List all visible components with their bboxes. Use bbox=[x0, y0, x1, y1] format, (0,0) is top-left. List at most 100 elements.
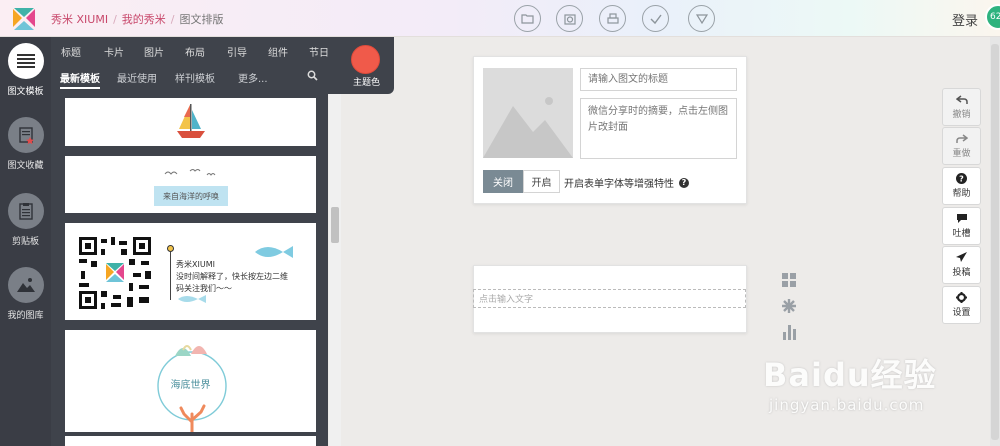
svg-text:?: ? bbox=[959, 175, 964, 184]
login-link[interactable]: 登录 bbox=[952, 10, 978, 29]
layout-grid-icon[interactable] bbox=[782, 273, 796, 287]
undo-label: 撤销 bbox=[952, 109, 971, 120]
template-card-undersea[interactable]: 海底世界 bbox=[65, 330, 316, 432]
article-summary-input[interactable] bbox=[580, 98, 737, 159]
nav-item-gallery[interactable]: 我的图库 bbox=[0, 267, 51, 321]
breadcrumb-separator: / bbox=[170, 12, 175, 26]
image-placeholder-icon bbox=[483, 97, 573, 158]
nav-item-label: 图文收藏 bbox=[7, 161, 44, 171]
template-qr-line2: 码关注我们～～ bbox=[176, 284, 232, 293]
nav-item-favorites[interactable]: 图文收藏 bbox=[0, 117, 51, 171]
help-button[interactable]: ? 帮助 bbox=[942, 167, 981, 205]
breadcrumb-my-xiumi[interactable]: 我的秀米 bbox=[122, 11, 166, 27]
redo-label: 重做 bbox=[952, 148, 971, 159]
template-scrollbar[interactable] bbox=[329, 94, 341, 446]
menu-lines-icon bbox=[7, 43, 44, 79]
theme-color-swatch[interactable] bbox=[351, 45, 380, 74]
subtab-more[interactable]: 更多... bbox=[238, 70, 268, 85]
help-question-icon[interactable]: ? bbox=[679, 177, 689, 188]
template-qr-title: 秀米XIUMI bbox=[176, 260, 215, 269]
template-scrollbar-thumb[interactable] bbox=[331, 207, 339, 243]
settings-label: 设置 bbox=[952, 308, 971, 318]
feedback-label: 吐槽 bbox=[952, 229, 971, 239]
text-input-block[interactable]: 点击输入文字 bbox=[473, 289, 746, 308]
folder-icon bbox=[521, 14, 534, 24]
category-component[interactable]: 组件 bbox=[268, 44, 288, 59]
page-scrollbar-thumb[interactable] bbox=[991, 44, 999, 440]
undo-icon bbox=[955, 94, 968, 104]
template-text: 来自海洋的呼唤 bbox=[154, 186, 228, 206]
nav-item-label: 图文模板 bbox=[7, 87, 44, 97]
article-title-input[interactable] bbox=[580, 68, 737, 91]
category-image[interactable]: 图片 bbox=[144, 44, 164, 59]
cover-image-placeholder[interactable] bbox=[483, 68, 573, 158]
help-label: 帮助 bbox=[952, 189, 971, 199]
feedback-button[interactable]: 吐槽 bbox=[942, 207, 981, 245]
timeline-line bbox=[170, 252, 171, 300]
search-icon[interactable] bbox=[307, 70, 318, 81]
print-icon bbox=[606, 12, 619, 24]
subtab-recent[interactable]: 最近使用 bbox=[117, 70, 157, 85]
sailboat-icon bbox=[177, 104, 205, 138]
enhance-feature-text: 开启表单字体等增强特性 bbox=[564, 179, 674, 190]
category-guide[interactable]: 引导 bbox=[227, 44, 247, 59]
xiumi-logo[interactable] bbox=[11, 6, 37, 32]
enhance-feature-label: 开启表单字体等增强特性 ? bbox=[564, 175, 689, 190]
asterisk-icon[interactable] bbox=[782, 299, 796, 313]
category-holiday[interactable]: 节日 bbox=[309, 44, 329, 59]
category-layout[interactable]: 布局 bbox=[185, 44, 205, 59]
subtab-latest[interactable]: 最新模板 bbox=[60, 70, 100, 89]
gallery-icon bbox=[7, 267, 44, 303]
help-icon: ? bbox=[956, 173, 967, 184]
qr-code-icon bbox=[77, 235, 153, 311]
template-card-qrcode[interactable]: 秀米XIUMI 没时间解释了，快长按左边二维 码关注我们～～ bbox=[65, 223, 316, 320]
comment-icon bbox=[956, 214, 967, 223]
seagulls-icon bbox=[164, 169, 216, 176]
breadcrumb-separator: / bbox=[113, 12, 117, 26]
check-icon bbox=[650, 14, 662, 24]
preview-icon bbox=[563, 13, 576, 25]
breadcrumb: 秀米 XIUMI / 我的秀米 / 图文排版 bbox=[51, 11, 224, 27]
submit-button[interactable]: 投稿 bbox=[942, 246, 981, 284]
template-card-ocean-call[interactable]: 来自海洋的呼唤 bbox=[65, 156, 316, 213]
template-qr-text: 秀米XIUMI 没时间解释了，快长按左边二维 码关注我们～～ bbox=[176, 259, 288, 295]
theme-color-label: 主题色 bbox=[353, 78, 381, 88]
save-check-button[interactable] bbox=[642, 5, 669, 32]
nav-item-clipboard[interactable]: 剪贴板 bbox=[0, 193, 51, 247]
category-title[interactable]: 标题 bbox=[61, 44, 81, 59]
print-button[interactable] bbox=[599, 5, 626, 32]
template-tab-bar: 标题 卡片 图片 布局 引导 组件 节日 最新模板 最近使用 样刊模板 更多..… bbox=[51, 37, 394, 94]
watermark-url: jingyan.baidu.com bbox=[769, 396, 925, 414]
undo-button[interactable]: 撤销 bbox=[942, 88, 981, 126]
template-qr-line1: 没时间解释了，快长按左边二维 bbox=[176, 272, 288, 281]
enhance-off-button[interactable]: 关闭 bbox=[483, 170, 523, 193]
redo-icon bbox=[955, 133, 968, 143]
template-list-panel: 来自海洋的呼唤 秀米XIUMI 没时间解释了，快长按左边二维 码关注我们～～ 海… bbox=[51, 94, 328, 446]
left-nav: 图文模板 图文收藏 剪贴板 我的图库 bbox=[0, 37, 51, 446]
timeline-dot-icon bbox=[167, 245, 174, 252]
category-card[interactable]: 卡片 bbox=[104, 44, 124, 59]
preview-button[interactable] bbox=[556, 5, 583, 32]
template-card-sailboat[interactable] bbox=[65, 98, 316, 146]
settings-icon bbox=[956, 292, 967, 303]
clipboard-icon bbox=[7, 193, 44, 229]
baidu-watermark: Baidu经验 jingyan.baidu.com bbox=[763, 350, 937, 414]
breadcrumb-home[interactable]: 秀米 XIUMI bbox=[51, 11, 108, 27]
settings-button[interactable]: 设置 bbox=[942, 286, 981, 324]
nav-item-label: 剪贴板 bbox=[11, 237, 39, 247]
redo-button[interactable]: 重做 bbox=[942, 127, 981, 165]
submit-label: 投稿 bbox=[952, 268, 971, 278]
open-folder-button[interactable] bbox=[514, 5, 541, 32]
enhance-on-button[interactable]: 开启 bbox=[523, 170, 560, 193]
nav-item-templates[interactable]: 图文模板 bbox=[0, 43, 51, 97]
bar-chart-icon[interactable] bbox=[783, 325, 797, 340]
favorites-icon bbox=[7, 117, 44, 153]
send-icon bbox=[955, 252, 967, 262]
template-text: 海底世界 bbox=[170, 380, 211, 391]
subtab-sample[interactable]: 样刊模板 bbox=[175, 70, 215, 85]
nav-item-label: 我的图库 bbox=[7, 311, 44, 321]
dropdown-icon bbox=[695, 13, 708, 24]
template-card-partial[interactable] bbox=[65, 436, 316, 446]
more-dropdown-button[interactable] bbox=[688, 5, 715, 32]
breadcrumb-current: 图文排版 bbox=[179, 13, 224, 26]
